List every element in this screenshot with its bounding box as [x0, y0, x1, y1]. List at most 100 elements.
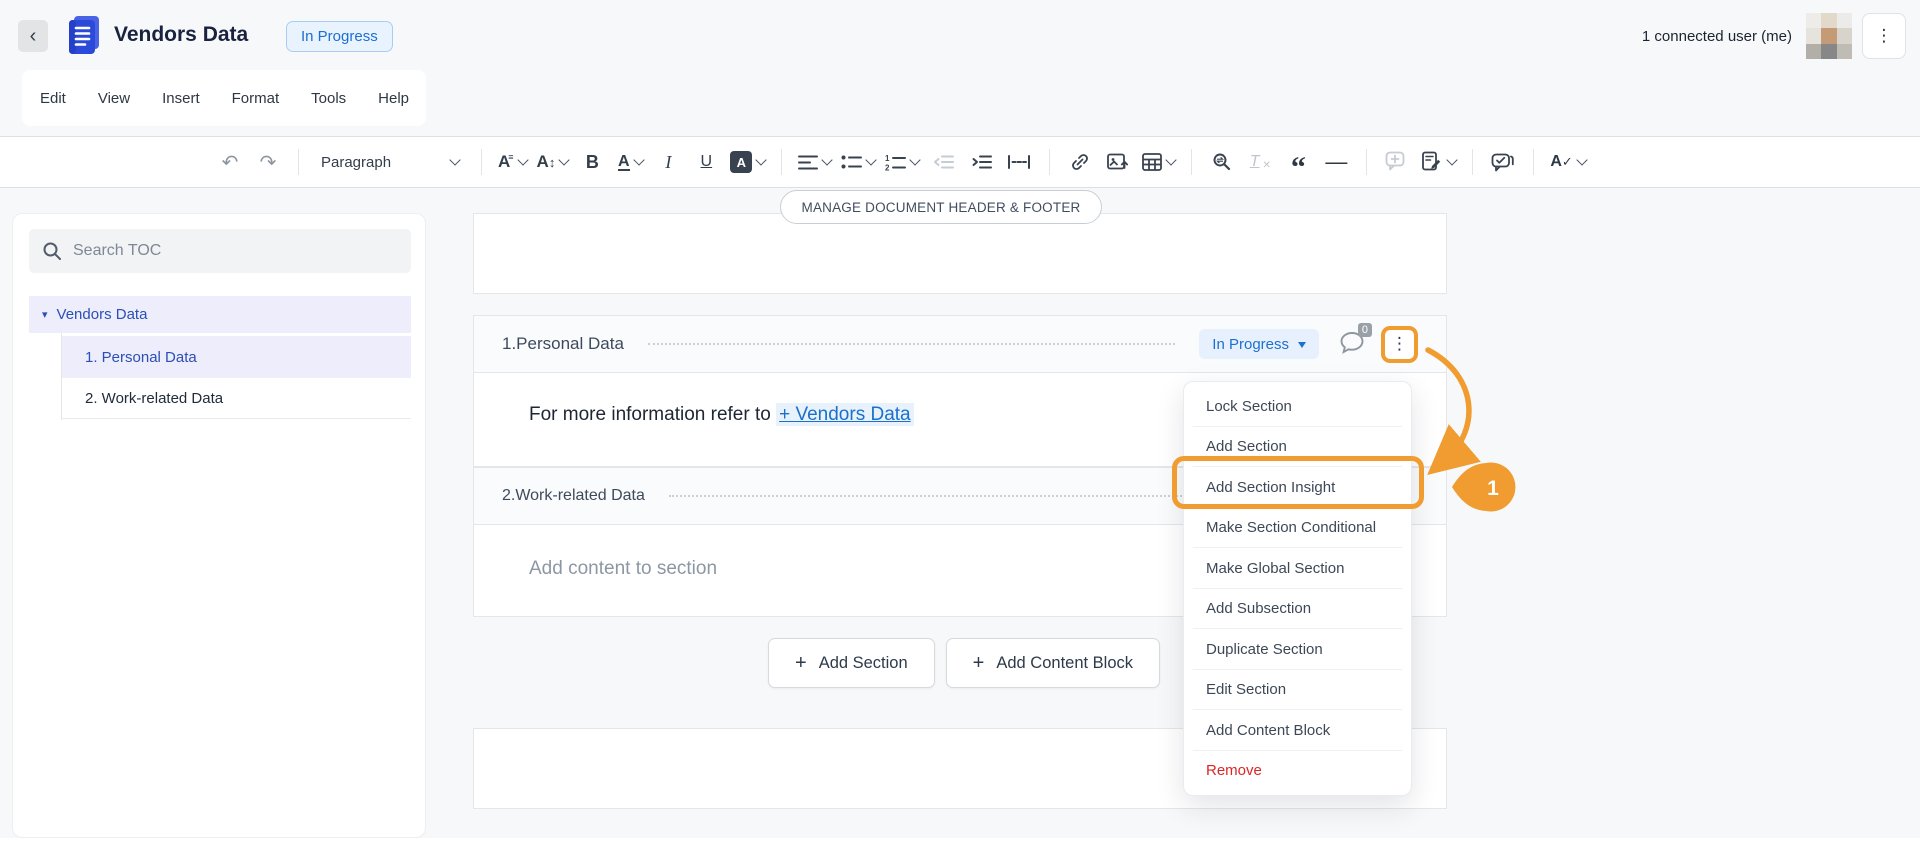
menu-tools[interactable]: Tools [311, 90, 346, 107]
toc-root-item[interactable]: ▾ Vendors Data [29, 296, 411, 333]
vendors-data-link[interactable]: + Vendors Data [776, 403, 914, 426]
undo-button[interactable]: ↶ [216, 145, 244, 179]
toolbar-divider [481, 149, 482, 175]
manage-header-footer-button[interactable]: MANAGE DOCUMENT HEADER & FOOTER [780, 190, 1102, 224]
font-family-dropdown[interactable]: A≡ [498, 145, 529, 179]
chevron-down-icon [1165, 154, 1177, 166]
highlight-color-dropdown[interactable]: A [730, 145, 767, 179]
menu-item-add-section[interactable]: Add Section [1184, 427, 1411, 468]
header-kebab-menu-button[interactable]: ⋮ [1862, 13, 1906, 59]
font-size-icon: A↕ [536, 152, 556, 171]
svg-text:1: 1 [885, 154, 890, 163]
font-size-dropdown[interactable]: A↕ [536, 145, 570, 179]
section-1-kebab-menu-button[interactable]: ⋮ [1381, 325, 1418, 363]
section-context-menu: Lock Section Add Section Add Section Ins… [1183, 381, 1412, 796]
tasks-button[interactable] [1489, 145, 1517, 179]
font-family-icon: A≡ [498, 152, 514, 171]
spellcheck-icon: A✓ [1550, 153, 1573, 170]
section-1-header[interactable]: 1.Personal Data In Progress 0 ⋮ [473, 315, 1447, 373]
toc-root-label: Vendors Data [56, 306, 148, 323]
chevron-down-icon [516, 154, 529, 166]
annotation-step-number: 1 [1487, 477, 1499, 500]
font-color-icon: A [618, 152, 630, 171]
templates-dropdown[interactable] [1421, 145, 1458, 179]
menu-item-duplicate-section[interactable]: Duplicate Section [1184, 629, 1411, 670]
font-color-dropdown[interactable]: A [616, 145, 645, 179]
menu-view[interactable]: View [98, 90, 130, 107]
section-1-status-value: In Progress [1212, 335, 1289, 353]
find-replace-button[interactable] [1208, 145, 1236, 179]
italic-button[interactable]: I [654, 145, 682, 179]
menu-item-add-section-insight[interactable]: Add Section Insight [1184, 467, 1411, 508]
toc-search[interactable] [29, 229, 411, 273]
avatar[interactable] [1806, 13, 1852, 59]
caret-expanded-icon[interactable]: ▾ [42, 308, 48, 321]
toc-search-input[interactable] [73, 242, 373, 260]
add-section-button[interactable]: + Add Section [768, 638, 935, 688]
menu-item-make-section-conditional[interactable]: Make Section Conditional [1184, 508, 1411, 549]
insert-break-button[interactable] [1005, 145, 1033, 179]
add-buttons-row: + Add Section + Add Content Block [768, 638, 1161, 688]
task-check-bubble-icon [1491, 153, 1515, 172]
document-edit-icon [1422, 151, 1441, 171]
indent-button[interactable] [967, 145, 995, 179]
toolbar-divider [1472, 149, 1474, 175]
menu-format[interactable]: Format [232, 90, 280, 107]
insert-image-button[interactable] [1104, 145, 1132, 179]
underline-button[interactable]: U [692, 145, 720, 179]
bold-icon: B [585, 151, 599, 172]
insert-link-button[interactable] [1066, 145, 1094, 179]
paragraph-style-dropdown[interactable]: Paragraph [315, 145, 465, 179]
toc-item-work-related-data[interactable]: 2. Work-related Data [62, 378, 411, 419]
add-content-block-button[interactable]: + Add Content Block [945, 638, 1161, 688]
blockquote-icon: “ [1290, 151, 1306, 184]
section-2-title: 2.Work-related Data [502, 487, 645, 504]
menu-item-lock-section[interactable]: Lock Section [1184, 386, 1411, 427]
empty-section-placeholder: Add content to section [529, 558, 718, 579]
document-status-badge: In Progress [286, 21, 393, 52]
menu-item-add-subsection[interactable]: Add Subsection [1184, 589, 1411, 630]
bold-button[interactable]: B [578, 145, 606, 179]
menu-item-remove[interactable]: Remove [1184, 751, 1411, 792]
menu-item-edit-section[interactable]: Edit Section [1184, 670, 1411, 711]
back-button[interactable]: ‹ [18, 20, 48, 52]
blockquote-button[interactable]: “ [1284, 145, 1312, 184]
menu-help[interactable]: Help [378, 90, 409, 107]
kebab-icon: ⋮ [1875, 26, 1893, 45]
toc-item-personal-data[interactable]: 1. Personal Data [62, 336, 411, 378]
clear-formatting-button[interactable]: T ✕ [1246, 145, 1274, 179]
insert-table-dropdown[interactable] [1142, 145, 1177, 179]
outdent-button[interactable] [929, 145, 957, 179]
menu-edit[interactable]: Edit [40, 90, 66, 107]
formatting-toolbar: ↶ ↷ Paragraph A≡ A↕ B A I U A 1 2 T ✕ “ … [0, 136, 1920, 188]
italic-icon: I [665, 151, 672, 172]
plus-icon: + [972, 651, 985, 674]
section-1-status-dropdown[interactable]: In Progress [1199, 329, 1319, 359]
chevron-down-icon [558, 154, 570, 166]
comment-count-badge: 0 [1357, 323, 1372, 337]
menu-item-make-global-section[interactable]: Make Global Section [1184, 548, 1411, 589]
find-replace-icon [1213, 153, 1231, 171]
menu-insert[interactable]: Insert [162, 90, 200, 107]
table-icon [1142, 153, 1163, 171]
section-1-comments-button[interactable]: 0 [1338, 323, 1372, 358]
horizontal-line-button[interactable]: — [1322, 145, 1350, 179]
chevron-down-icon [1446, 154, 1458, 166]
add-section-label: Add Section [818, 653, 908, 672]
bullet-list-icon [841, 155, 863, 169]
align-dropdown[interactable] [798, 145, 833, 179]
kebab-icon: ⋮ [1391, 334, 1408, 353]
bottom-strip [0, 838, 1920, 854]
redo-button[interactable]: ↷ [254, 145, 282, 179]
menu-item-add-content-block[interactable]: Add Content Block [1184, 710, 1411, 751]
chevron-down-icon [909, 154, 921, 166]
numbered-list-dropdown[interactable]: 12 [885, 145, 921, 179]
add-content-block-label: Add Content Block [996, 653, 1134, 672]
indent-icon [972, 155, 993, 169]
body-text: For more information refer to [529, 404, 777, 425]
align-left-icon [798, 155, 819, 169]
bullet-list-dropdown[interactable] [841, 145, 877, 179]
add-comment-button[interactable] [1383, 145, 1411, 179]
toolbar-divider [1366, 149, 1368, 175]
spellcheck-dropdown[interactable]: A✓ [1550, 145, 1588, 179]
